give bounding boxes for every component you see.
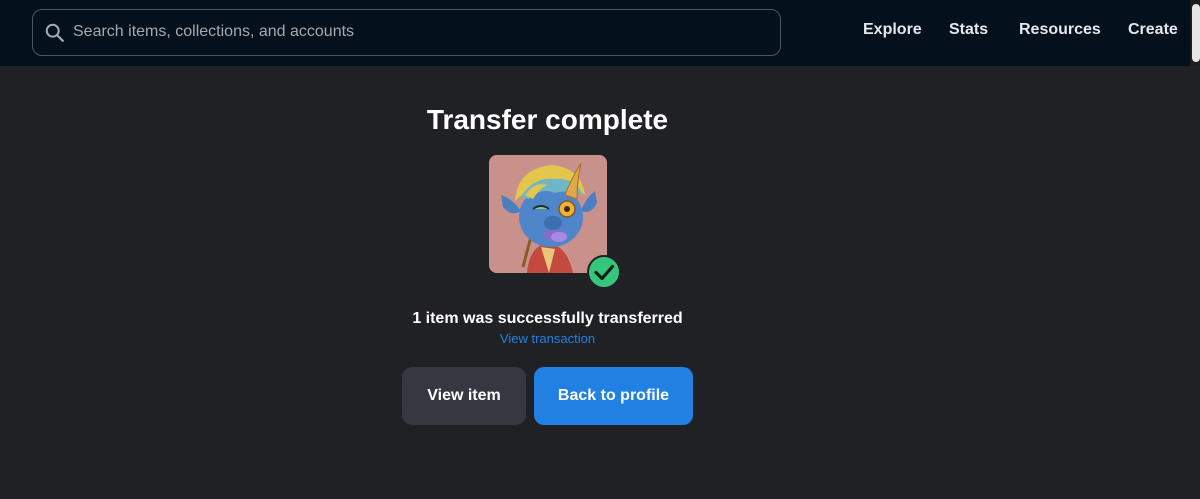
scrollbar-thumb[interactable] — [1192, 4, 1200, 62]
check-circle-icon — [587, 255, 621, 289]
back-to-profile-button[interactable]: Back to profile — [534, 367, 693, 425]
success-message: 1 item was successfully transferred — [412, 310, 683, 327]
top-navigation-bar: Explore Stats Resources Create — [0, 0, 1200, 66]
view-transaction-link[interactable]: View transaction — [0, 331, 1095, 346]
search-icon — [45, 23, 64, 42]
page-title: Transfer complete — [426, 104, 669, 135]
nav-stats[interactable]: Stats — [949, 21, 988, 39]
search-input[interactable] — [73, 10, 763, 54]
nav-create[interactable]: Create — [1128, 21, 1178, 39]
nav-resources[interactable]: Resources — [1019, 21, 1101, 39]
nav-explore[interactable]: Explore — [863, 21, 922, 39]
view-item-button[interactable]: View item — [402, 367, 526, 425]
search-bar[interactable] — [32, 9, 781, 56]
